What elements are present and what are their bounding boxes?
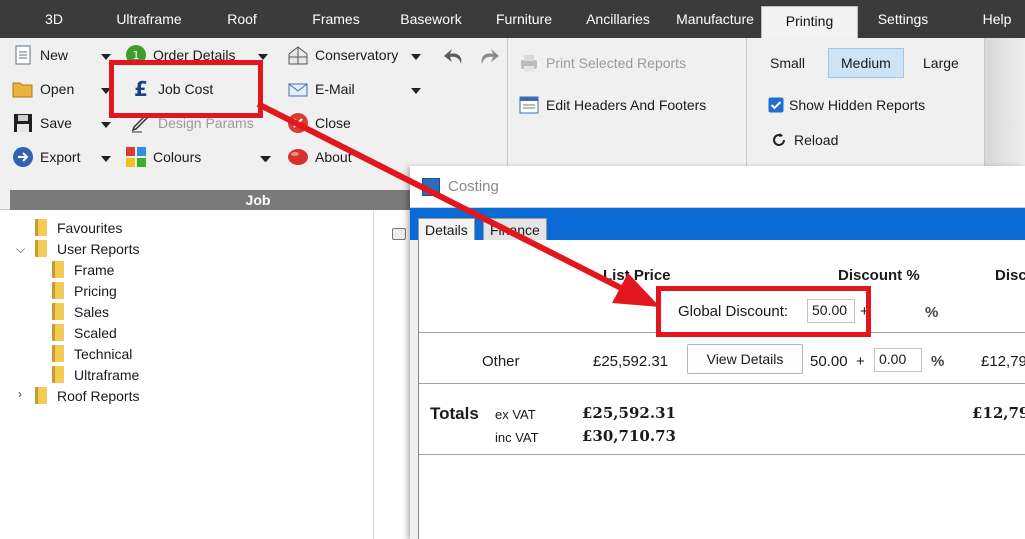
annotation-arrow [256, 101, 660, 307]
